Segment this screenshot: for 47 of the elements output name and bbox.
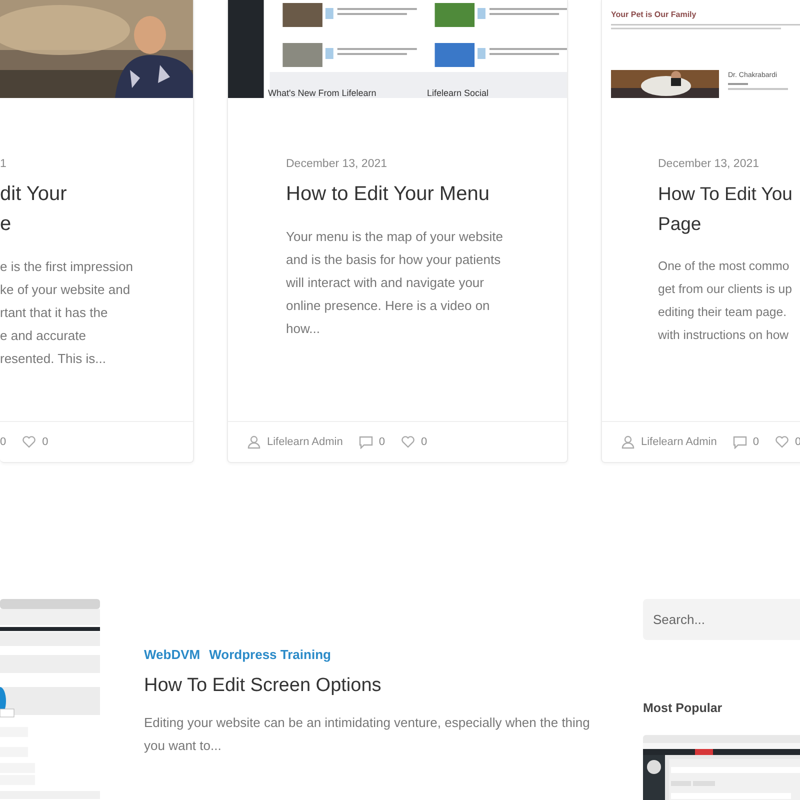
excerpt-line: get from our clients is up xyxy=(658,281,793,298)
heart-icon[interactable] xyxy=(22,436,36,448)
comment-count: 0 xyxy=(752,436,759,448)
excerpt-line: you want to... xyxy=(144,737,222,755)
excerpt-line: with instructions on how xyxy=(658,327,790,344)
excerpt-line: Your menu is the map of your website xyxy=(286,228,504,246)
excerpt-line: rtant that it has the xyxy=(0,304,109,322)
post-date: December 13, 2021 xyxy=(286,158,388,170)
comment-count: 0 xyxy=(0,436,6,448)
comment-icon xyxy=(732,436,747,448)
category-link[interactable]: Wordpress Training xyxy=(209,647,331,662)
excerpt-line: resented. This is... xyxy=(0,350,107,368)
like-count: 0 xyxy=(42,436,48,448)
author-name[interactable]: Lifelearn Admin xyxy=(267,436,343,448)
excerpt-line: editing their team page. xyxy=(658,304,788,321)
text-lines-drawing xyxy=(728,83,788,91)
post-title[interactable]: e xyxy=(0,209,173,239)
sidebar-heading: Most Popular xyxy=(643,701,724,715)
heart-icon[interactable] xyxy=(400,436,415,448)
post-title[interactable]: How to Edit Your Menu xyxy=(286,179,547,209)
excerpt-line: One of the most commo xyxy=(658,258,790,275)
post-title[interactable]: Page xyxy=(658,209,800,239)
excerpt-line: and is the basis for how your patients xyxy=(286,251,502,269)
post-title[interactable]: dit Your xyxy=(0,179,173,209)
excerpt-line: online presence. Here is a video on xyxy=(286,297,491,315)
section-heading: Your Pet is Our Family xyxy=(611,10,698,19)
post-date: 1 xyxy=(0,158,8,170)
category-link[interactable]: WebDVM xyxy=(144,647,200,662)
post-date: December 13, 2021 xyxy=(658,158,760,170)
heart-icon[interactable] xyxy=(774,436,789,448)
excerpt-line: e and accurate xyxy=(0,327,88,345)
post-title[interactable]: How To Edit You xyxy=(658,179,800,209)
like-count: 0 xyxy=(420,436,428,448)
comment-icon xyxy=(358,436,373,448)
user-icon xyxy=(621,435,635,449)
search-field[interactable]: Search... xyxy=(643,599,800,640)
excerpt-line: how... xyxy=(286,320,321,338)
comment-count: 0 xyxy=(378,436,385,448)
excerpt-line: Editing your website can be an intimidating venture, especially when the thing xyxy=(144,714,591,732)
excerpt-line: will interact with and navigate your xyxy=(286,274,485,292)
excerpt-line: e is the first impression xyxy=(0,258,134,276)
author-name[interactable]: Lifelearn Admin xyxy=(641,436,717,448)
user-icon xyxy=(247,435,261,449)
excerpt-line: ke of your website and xyxy=(0,281,132,299)
section-heading: What's New From Lifelearn xyxy=(268,89,376,98)
post-title[interactable]: How To Edit Screen Options xyxy=(144,675,604,697)
section-heading: Lifelearn Social xyxy=(427,89,489,98)
